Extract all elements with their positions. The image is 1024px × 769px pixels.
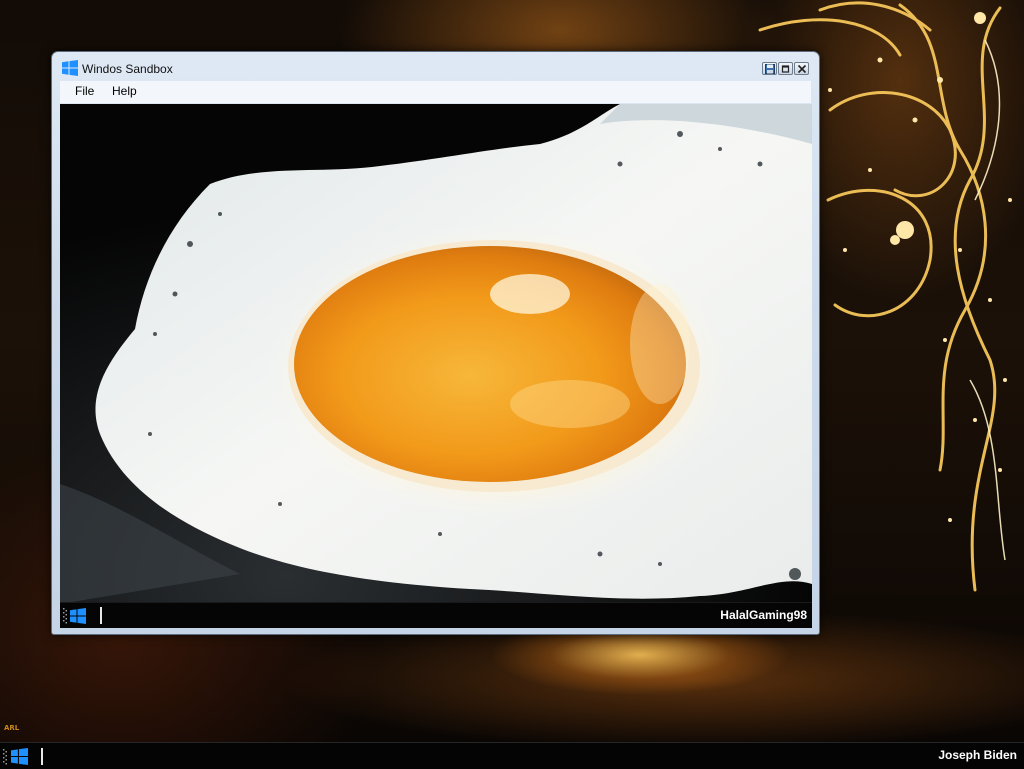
save-icon [765,64,775,74]
restore-button[interactable] [778,62,793,75]
menu-help[interactable]: Help [112,84,137,98]
save-button[interactable] [762,62,777,75]
start-button[interactable] [11,748,28,765]
sandbox-taskbar: HalalGaming98 [60,602,812,628]
sandbox-screen[interactable]: HalalGaming98 [60,104,812,628]
title-bar[interactable]: Windos Sandbox [52,52,819,82]
close-button[interactable] [794,62,809,75]
menu-file[interactable]: File [75,84,94,98]
window-title: Windos Sandbox [82,62,173,76]
taskbar-separator [100,607,102,624]
taskbar-username: Joseph Biden [938,748,1017,762]
close-icon [797,64,807,74]
caption-buttons [762,62,809,75]
sandbox-window[interactable]: Windos Sandbox File Help HalalGaming98 [51,51,820,635]
fried-egg-image [60,104,812,628]
taskbar-grip-icon[interactable] [3,748,7,765]
taskbar-separator [41,748,43,765]
windows-logo-icon[interactable] [70,608,86,624]
wallpaper-brand-mark: ARL [4,724,20,732]
menu-bar: File Help [60,81,811,103]
sandbox-username: HalalGaming98 [720,608,807,622]
restore-icon [781,65,790,73]
taskbar-grip-icon[interactable] [63,607,67,624]
windows-logo-icon [62,60,78,76]
taskbar: Joseph Biden [0,742,1024,769]
